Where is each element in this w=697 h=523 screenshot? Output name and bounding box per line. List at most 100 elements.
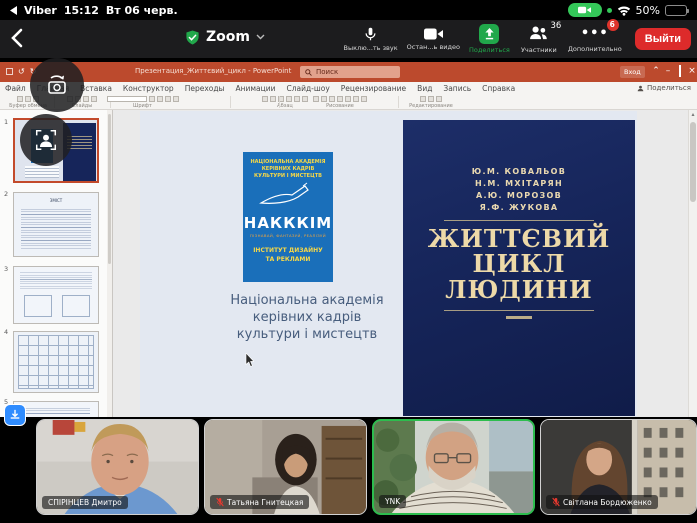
group-font[interactable]: Шрифт <box>95 95 190 109</box>
close-button[interactable]: × <box>686 65 697 78</box>
academy-logo-card: НАЦІОНАЛЬНА АКАДЕМІЯ КЕРІВНИХ КАДРІВ КУЛ… <box>243 152 333 282</box>
crane-logo-icon <box>257 182 319 208</box>
annotation-toolbar-button[interactable] <box>4 404 26 426</box>
participant-name-label: YNK <box>379 495 406 508</box>
mouse-cursor <box>245 353 254 367</box>
ppt-share-button[interactable]: Поделиться <box>637 84 691 92</box>
minimize-button[interactable]: – <box>662 65 674 78</box>
switch-camera-button[interactable] <box>30 58 84 112</box>
video-tile[interactable]: Світлана Бордюженко <box>540 419 697 515</box>
video-tile[interactable]: Татьяна Гнитецкая <box>204 419 367 515</box>
search-input[interactable]: Поиск <box>300 66 400 78</box>
person-in-frame-icon <box>33 127 59 153</box>
ribbon: Буфер обмена Слайды Шрифт Абзац Рисовани… <box>0 95 697 110</box>
slide-caption: Національна академія керівних кадрів кул… <box>222 293 392 344</box>
zoom-meeting-toolbar: Zoom Выклю...ть звук Остан...ь видео <box>0 20 697 58</box>
slide-thumbnail-3[interactable] <box>13 266 99 324</box>
ribbon-tab-slideshow[interactable]: Слайд-шоу <box>286 84 329 93</box>
mute-label: Выклю...ть звук <box>344 44 398 52</box>
search-placeholder: Поиск <box>316 68 338 76</box>
mic-active-dot <box>607 8 612 13</box>
ipad-screen: Viber 15:12 Вт 06 черв. 50% Zoom <box>0 0 697 523</box>
academy-motto: ПІЗНАВАЙ, ФАНТАЗУЙ, РЕАЛІЗУЙ <box>243 233 333 238</box>
battery-percent: 50% <box>636 4 660 17</box>
ribbon-tab-review[interactable]: Рецензирование <box>341 84 406 93</box>
maximize-button[interactable] <box>674 65 686 78</box>
ribbon-tab-insert[interactable]: Вставка <box>80 84 112 93</box>
muted-mic-icon <box>216 497 224 507</box>
ribbon-tab-view[interactable]: Вид <box>417 84 432 93</box>
camera-rotate-icon <box>43 71 71 99</box>
security-shield-icon <box>185 30 200 45</box>
share-button[interactable]: Поделиться <box>469 24 510 54</box>
participant-name-label: Татьяна Гнитецкая <box>210 495 309 509</box>
wifi-icon <box>617 5 631 16</box>
video-tile[interactable]: СПІРІНЦЕВ Дмитро <box>36 419 199 515</box>
ribbon-tab-animations[interactable]: Анимации <box>235 84 275 93</box>
slide-scrollbar[interactable]: ▴ <box>688 110 697 417</box>
academy-acronym: НАКККІМ <box>243 214 333 232</box>
chevron-down-icon <box>256 34 265 40</box>
participants-count: 36 <box>551 21 562 31</box>
book-author: А.Ю. МОРОЗОВ <box>403 190 635 202</box>
participants-button[interactable]: 36 Участники <box>519 25 559 54</box>
meeting-title[interactable]: Zoom <box>185 29 265 45</box>
more-label: Дополнительно <box>568 45 622 53</box>
video-strip: СПІРІНЦЕВ Дмитро <box>0 417 697 523</box>
search-icon <box>305 69 312 76</box>
participants-label: Участники <box>521 46 557 54</box>
portrait-mode-button[interactable] <box>20 114 72 166</box>
group-editing[interactable]: Редактирование <box>400 95 462 109</box>
academy-name: НАЦІОНАЛЬНА АКАДЕМІЯ КЕРІВНИХ КАДРІВ КУЛ… <box>243 152 333 180</box>
slide-number: 2 <box>4 190 8 198</box>
annotate-arrow-icon <box>9 409 21 421</box>
back-to-app-icon <box>10 6 17 15</box>
video-tile-active-speaker[interactable]: YNK <box>372 419 535 515</box>
book-author: Ю.М. КОВАЛЬОВ <box>403 166 635 178</box>
participants-icon <box>529 25 548 40</box>
more-ellipsis-icon: ••• 6 <box>581 25 609 43</box>
thumbnail-scrollbar[interactable] <box>107 110 112 417</box>
stop-video-button[interactable]: Остан...ь видео <box>407 27 460 51</box>
scroll-up-icon[interactable]: ▴ <box>689 110 697 120</box>
camera-in-use-indicator <box>568 3 602 17</box>
participant-name-label: Світлана Бордюженко <box>546 495 658 509</box>
mute-button[interactable]: Выклю...ть звук <box>344 26 398 52</box>
book-author: Я.Ф. ЖУКОВА <box>403 202 635 214</box>
more-badge: 6 <box>607 19 619 31</box>
slide-thumbnail-4[interactable] <box>13 331 99 393</box>
chevron-left-icon <box>10 28 24 48</box>
book-cover: Ю.М. КОВАЛЬОВ Н.М. МХІТАРЯН А.Ю. МОРОЗОВ… <box>403 120 635 416</box>
more-button[interactable]: ••• 6 Дополнительно <box>568 25 622 53</box>
leave-button[interactable]: Выйти <box>635 28 691 50</box>
back-to-app-label[interactable]: Viber <box>24 4 57 17</box>
meeting-title-label: Zoom <box>206 29 250 45</box>
save-icon[interactable] <box>6 68 13 75</box>
undo-icon[interactable]: ↺ <box>18 67 25 76</box>
ribbon-tab-bar: Файл Главная Вставка Конструктор Переход… <box>0 82 697 95</box>
group-drawing[interactable]: Рисование <box>285 95 395 109</box>
signin-button[interactable]: Вход <box>620 66 645 78</box>
book-author: Н.М. МХІТАРЯН <box>403 178 635 190</box>
video-camera-icon <box>424 27 443 41</box>
status-bar: Viber 15:12 Вт 06 черв. 50% <box>0 0 697 20</box>
stop-video-label: Остан...ь видео <box>407 43 460 51</box>
ribbon-tab-record[interactable]: Запись <box>443 84 471 93</box>
institute-name: ІНСТИТУТ ДИЗАЙНУ ТА РЕКЛАМИ <box>243 247 333 264</box>
slide-thumbnail-2[interactable]: ЗМІСТ <box>13 192 99 257</box>
back-button[interactable] <box>10 28 24 52</box>
toc-title: ЗМІСТ <box>14 198 98 203</box>
ribbon-options-icon[interactable]: ⌃ <box>650 65 662 78</box>
share-label: Поделиться <box>469 46 510 54</box>
ribbon-tab-transitions[interactable]: Переходы <box>185 84 225 93</box>
ppt-title-bar: ↺ ↻ Презентация_Життєвий_цикл - PowerPoi… <box>0 62 697 82</box>
ribbon-tab-file[interactable]: Файл <box>5 84 26 93</box>
share-screen-icon <box>479 24 499 44</box>
window-title: Презентация_Життєвий_цикл - PowerPoint <box>135 67 291 75</box>
ribbon-tab-help[interactable]: Справка <box>482 84 515 93</box>
microphone-icon <box>363 26 378 42</box>
ribbon-tab-design[interactable]: Конструктор <box>123 84 174 93</box>
video-camera-icon <box>578 6 591 14</box>
ppt-share-label: Поделиться <box>647 84 691 92</box>
slide-number: 4 <box>4 328 8 336</box>
